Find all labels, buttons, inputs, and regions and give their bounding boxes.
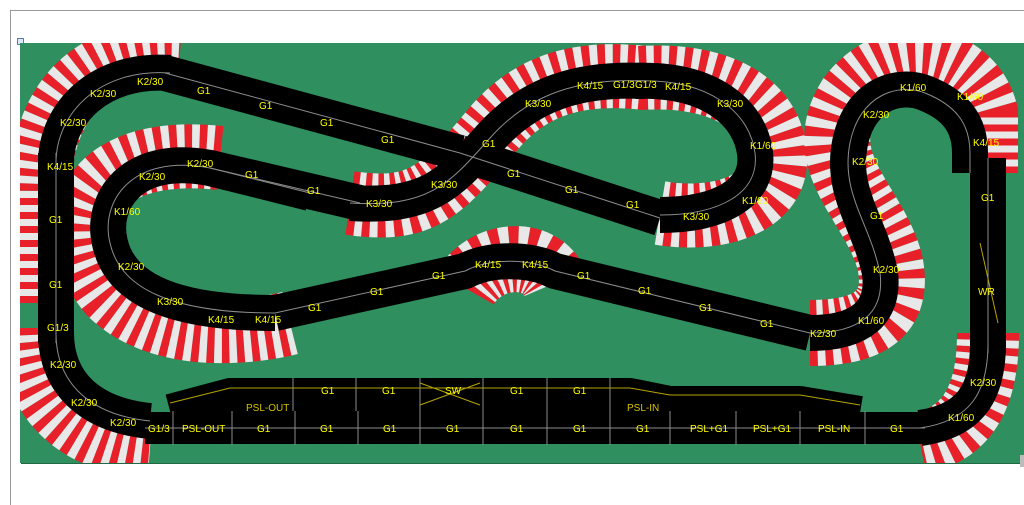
label-pit-e: G1 [573, 386, 587, 397]
label-inner-f: K4/15 [208, 315, 235, 326]
label-cross-a: G1 [507, 169, 521, 180]
label-outer-k4: K4/15 [47, 162, 74, 173]
label-right-b: K1/60 [957, 92, 984, 103]
label-inner-b: K2/30 [139, 172, 166, 183]
label-pit-f: PSL-OUT [246, 403, 289, 414]
label-mid-g: G1 [638, 286, 652, 297]
label-right-l: K2/30 [970, 378, 997, 389]
label-right-a: K1/60 [900, 83, 927, 94]
label-bot-l: PSL-IN [818, 424, 850, 435]
horizontal-ruler [0, 0, 1024, 11]
label-bot-k: PSL+G1 [753, 424, 792, 435]
label-inner-a: K2/30 [187, 159, 214, 170]
label-chicane-h: K3/30 [717, 99, 744, 110]
label-pit-a: G1 [321, 386, 335, 397]
label-chicane-i: K1/60 [750, 141, 777, 152]
label-top-e: G1 [482, 139, 496, 150]
label-mid-i: G1 [760, 319, 774, 330]
label-chicane-d: K4/15 [577, 81, 604, 92]
label-top-c: G1 [320, 118, 334, 129]
label-bot-e: G1 [383, 424, 397, 435]
label-outer-k7: K2/30 [110, 418, 137, 429]
label-cross-b: G1 [565, 185, 579, 196]
label-inner-g: K4/15 [255, 315, 282, 326]
scroll-indicator[interactable] [1020, 455, 1024, 467]
label-mid-e: K4/15 [522, 260, 549, 271]
label-pit-d: G1 [510, 386, 524, 397]
label-outer-g3: G1/3 [47, 323, 69, 334]
label-top-d: G1 [381, 135, 395, 146]
label-outer-k5: K2/30 [50, 360, 77, 371]
label-top-b: G1 [259, 101, 273, 112]
label-chicane-j: K1/60 [742, 196, 769, 207]
label-pit-g: PSL-IN [627, 403, 659, 414]
label-bot-a: G1/3 [148, 424, 170, 435]
vertical-ruler [0, 10, 11, 505]
label-outer-g1: G1 [49, 215, 63, 226]
label-cross-c: G1 [626, 200, 640, 211]
label-pit-c: SW [445, 386, 462, 397]
label-right-m: K1/60 [948, 413, 975, 424]
label-outer-g2: G1 [49, 280, 63, 291]
label-mid-b: G1 [370, 287, 384, 298]
label-right-i: K4/15 [973, 138, 1000, 149]
label-bot-c: G1 [257, 424, 271, 435]
label-chicane-k: K3/30 [683, 212, 710, 223]
label-right-c: K2/30 [863, 110, 890, 121]
track-board: K2/30 K2/30 K2/30 K4/15 G1 G1 G1/3 K2/30… [20, 43, 1024, 463]
label-bot-d: G1 [320, 424, 334, 435]
label-bot-f: G1 [446, 424, 460, 435]
label-bot-m: G1 [890, 424, 904, 435]
track-middle [271, 243, 815, 351]
label-right-g: K1/60 [858, 316, 885, 327]
label-outer-k3: K2/30 [60, 118, 87, 129]
label-right-j: G1 [981, 193, 995, 204]
label-mid-a: G1 [308, 303, 322, 314]
label-inner-c: K1/60 [114, 207, 141, 218]
label-mid-c: G1 [432, 271, 446, 282]
label-right-h: K2/30 [810, 329, 837, 340]
label-inner-e: K3/30 [157, 297, 184, 308]
label-top-a: G1 [197, 86, 211, 97]
label-chicane-e: G1/3 [613, 80, 635, 91]
track-layout-svg: K2/30 K2/30 K2/30 K4/15 G1 G1 G1/3 K2/30… [20, 43, 1019, 463]
label-chicane-c: K3/30 [525, 99, 552, 110]
label-mid-d: K4/15 [475, 260, 502, 271]
label-outer-k1: K2/30 [137, 77, 164, 88]
label-inner-s2: G1 [307, 186, 321, 197]
label-bot-h: G1 [573, 424, 587, 435]
label-outer-k2: K2/30 [90, 89, 117, 100]
label-right-k: WR [978, 287, 995, 298]
label-outer-k6: K2/30 [71, 398, 98, 409]
label-inner-d: K2/30 [118, 262, 145, 273]
label-mid-f: G1 [577, 271, 591, 282]
label-bot-g: G1 [510, 424, 524, 435]
label-pit-b: G1 [382, 386, 396, 397]
label-chicane-g: K4/15 [665, 82, 692, 93]
label-inner-s1: G1 [245, 170, 259, 181]
label-bot-j: PSL+G1 [690, 424, 729, 435]
label-right-f: K2/30 [873, 265, 900, 276]
label-bot-i: G1 [636, 424, 650, 435]
label-bot-b: PSL-OUT [182, 424, 225, 435]
label-mid-h: G1 [699, 303, 713, 314]
label-chicane-f: G1/3 [635, 80, 657, 91]
label-right-d: K2/30 [852, 157, 879, 168]
label-chicane-a: K3/30 [366, 199, 393, 210]
label-right-e: G1 [870, 211, 884, 222]
